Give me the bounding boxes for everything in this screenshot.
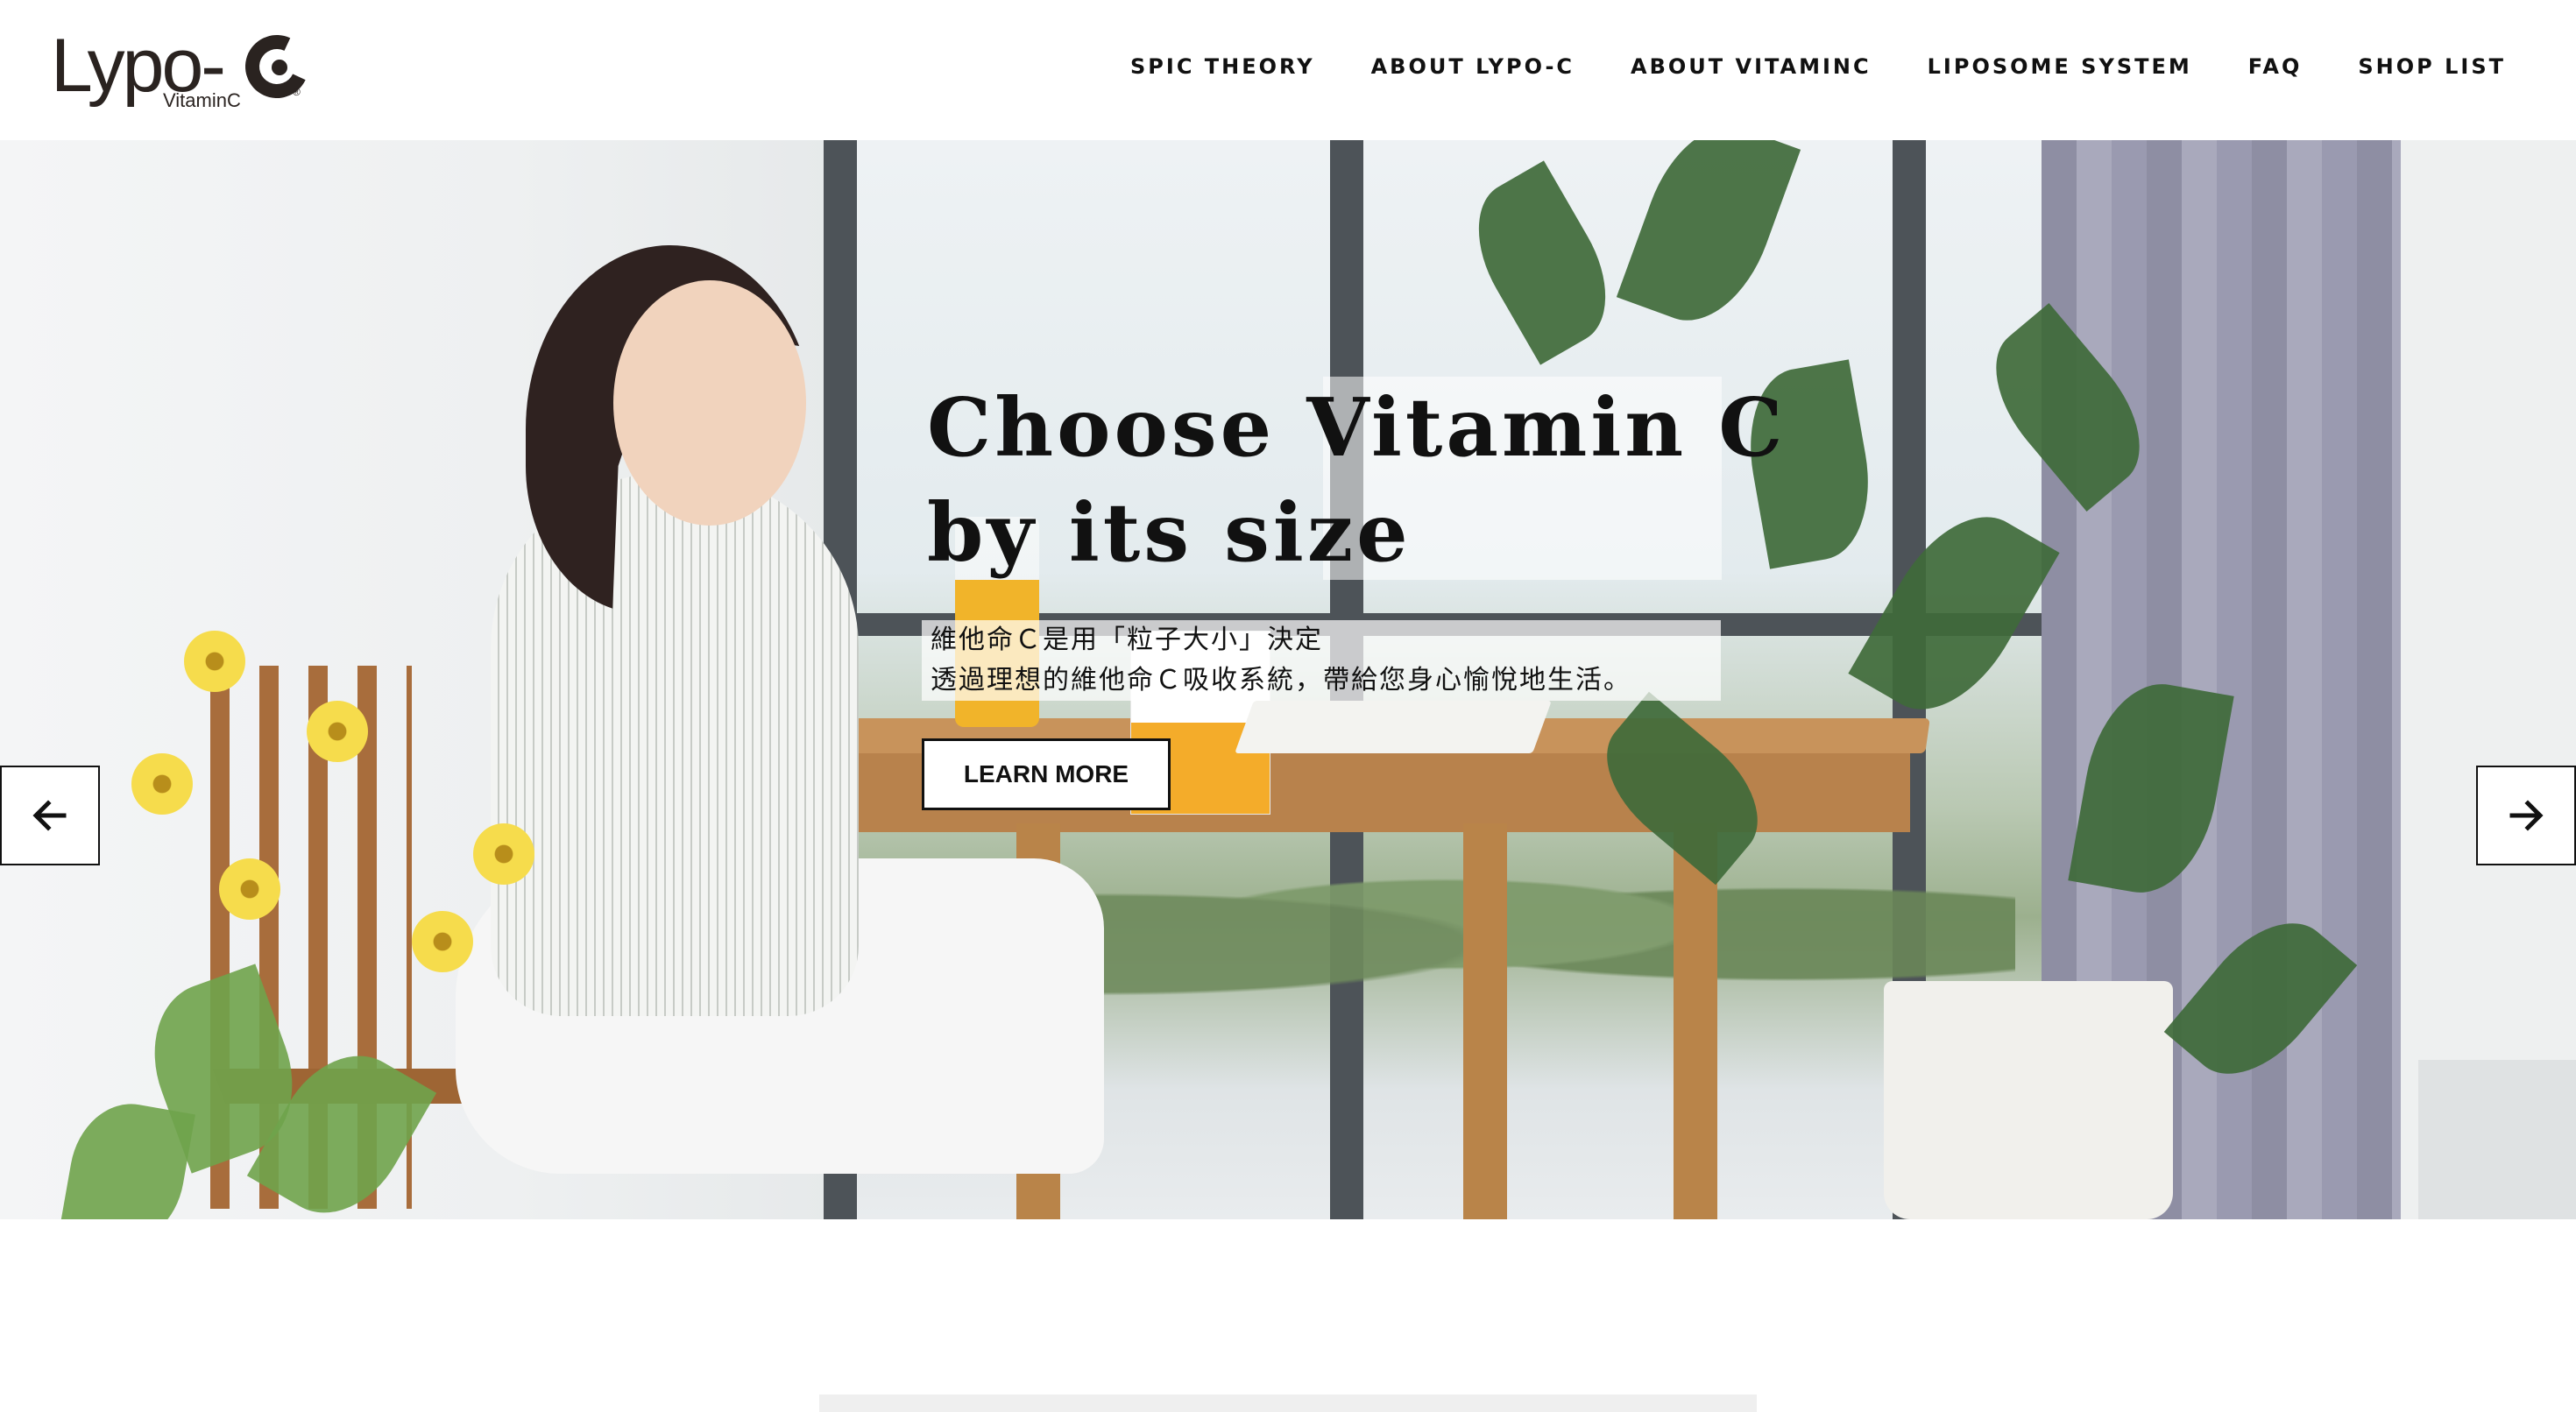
- logo-registered-mark: ®: [293, 86, 301, 98]
- arrow-left-icon: [32, 800, 67, 831]
- slider-next-button[interactable]: [2476, 766, 2576, 865]
- hero-subtitle-line-1: 維他命Ｃ是用「粒子大小」決定: [931, 625, 1323, 655]
- nav-liposome-system[interactable]: LIPOSOME SYSTEM: [1928, 54, 2192, 79]
- hero-slider: Choose Vitamin C by its size 維他命Ｃ是用「粒子大小…: [0, 140, 2576, 1219]
- logo-subtitle: VitaminC: [163, 89, 241, 111]
- hero-subtitle-line-2: 透過理想的維他命Ｃ吸收系統，帶給您身心愉悅地生活。: [931, 665, 1631, 695]
- lypo-c-logo[interactable]: Lypo- VitaminC ®: [51, 25, 318, 116]
- nav-spic-theory[interactable]: SPIC THEORY: [1130, 54, 1315, 79]
- nav-about-vitaminc[interactable]: ABOUT VITAMINC: [1631, 54, 1872, 79]
- content-section-top: [819, 1394, 1757, 1412]
- arrow-right-icon: [2509, 800, 2544, 831]
- nav-faq[interactable]: FAQ: [2248, 54, 2303, 79]
- logo-c-dot: [272, 60, 287, 75]
- hero-subtitle: 維他命Ｃ是用「粒子大小」決定 透過理想的維他命Ｃ吸收系統，帶給您身心愉悅地生活。: [931, 620, 1719, 701]
- nav-shop-list[interactable]: SHOP LIST: [2358, 54, 2506, 79]
- learn-more-button[interactable]: LEARN MORE: [922, 738, 1171, 810]
- nav-about-lypo-c[interactable]: ABOUT LYPO-C: [1371, 54, 1575, 79]
- hero-title: Choose Vitamin C by its size: [927, 380, 1787, 580]
- main-nav: SPIC THEORY ABOUT LYPO-C ABOUT VITAMINC …: [1130, 54, 2506, 79]
- site-header: Lypo- VitaminC ® SPIC THEORY ABOUT LYPO-…: [0, 0, 2576, 140]
- slider-prev-button[interactable]: [0, 766, 100, 865]
